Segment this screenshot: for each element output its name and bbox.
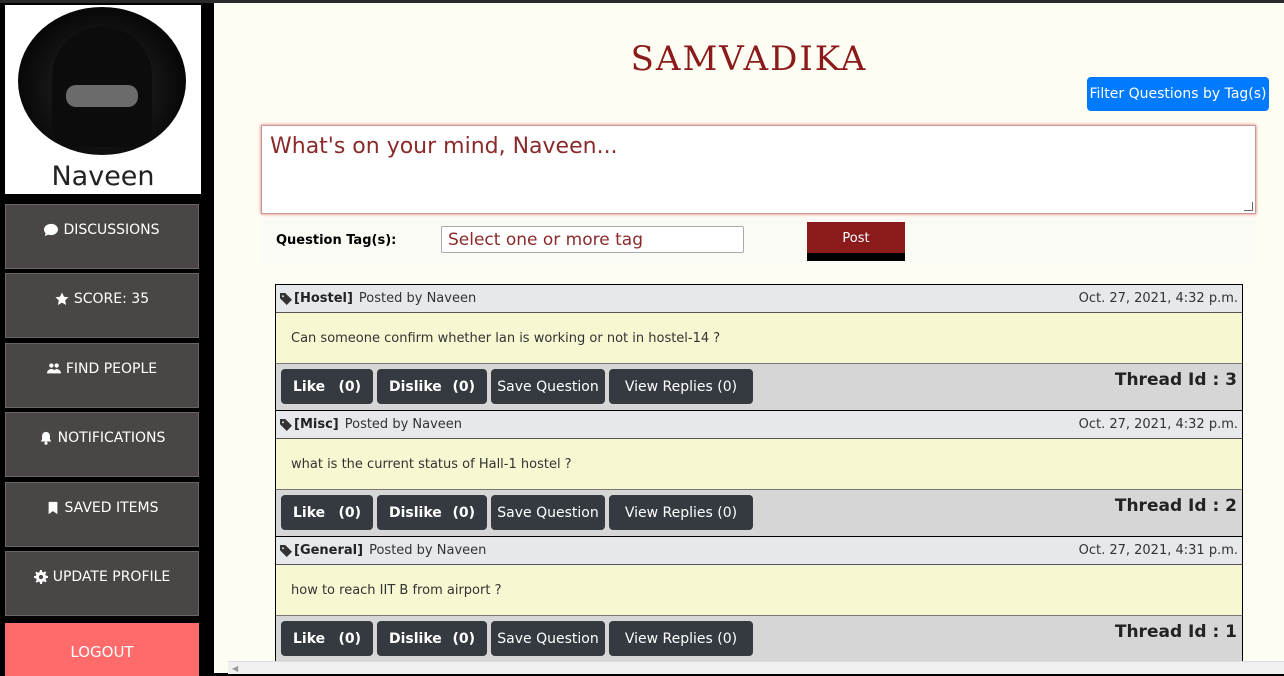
- like-label: Like: [293, 378, 326, 395]
- question-card: [Hostel] Posted by Naveen Oct. 27, 2021,…: [275, 284, 1243, 411]
- sidebar-item-notifications[interactable]: NOTIFICATIONS: [5, 412, 199, 477]
- save-question-button[interactable]: Save Question: [491, 621, 605, 656]
- sidebar-item-label: NOTIFICATIONS: [57, 430, 166, 446]
- save-question-button[interactable]: Save Question: [491, 369, 605, 404]
- question-feed: [Hostel] Posted by Naveen Oct. 27, 2021,…: [275, 284, 1243, 663]
- sidebar-item-label: SCORE: 35: [73, 291, 150, 307]
- question-author: Posted by Naveen: [358, 291, 477, 306]
- save-question-button[interactable]: Save Question: [491, 495, 605, 530]
- question-tag: [Misc]: [294, 417, 339, 432]
- avatar-hands: [66, 85, 138, 107]
- question-date: Oct. 27, 2021, 4:32 p.m.: [1078, 291, 1238, 306]
- profile-card: Naveen: [5, 5, 201, 194]
- question-header: [General] Posted by Naveen Oct. 27, 2021…: [276, 537, 1242, 565]
- question-author: Posted by Naveen: [344, 417, 463, 432]
- resize-handle[interactable]: [1244, 202, 1253, 211]
- star-icon: [55, 292, 69, 305]
- question-actions: Like (0) Dislike (0) Save Question View Re…: [276, 616, 1242, 663]
- bookmark-icon: [48, 501, 57, 515]
- like-count: (0): [338, 504, 361, 521]
- question-header: [Misc] Posted by Naveen Oct. 27, 2021, 4…: [276, 411, 1242, 439]
- sidebar-item-find-people[interactable]: FIND PEOPLE: [5, 343, 199, 408]
- sidebar-item-saved-items[interactable]: SAVED ITEMS: [5, 482, 199, 547]
- question-actions: Like (0) Dislike (0) Save Question View Re…: [276, 364, 1242, 411]
- dislike-button[interactable]: Dislike (0): [377, 369, 487, 404]
- sidebar-item-label: UPDATE PROFILE: [52, 569, 171, 585]
- question-tag: [Hostel]: [294, 291, 353, 306]
- users-icon: [46, 363, 61, 374]
- dislike-label: Dislike: [389, 504, 442, 521]
- thread-id: Thread Id : 3: [1114, 370, 1237, 390]
- thread-id: Thread Id : 2: [1114, 496, 1237, 516]
- logout-button[interactable]: LOGOUT: [5, 623, 199, 676]
- view-replies-button[interactable]: View Replies (0): [609, 621, 753, 656]
- tag-select-input[interactable]: [441, 226, 744, 253]
- sidebar-item-label: SAVED ITEMS: [64, 500, 159, 516]
- thread-id: Thread Id : 1: [1114, 622, 1237, 642]
- profile-username: Naveen: [51, 161, 155, 192]
- filter-tags-button[interactable]: Filter Questions by Tag(s): [1087, 77, 1269, 111]
- dislike-count: (0): [452, 630, 475, 647]
- main-content: SAMVADIKA Filter Questions by Tag(s) Que…: [214, 3, 1284, 673]
- comment-icon: [44, 223, 59, 237]
- question-date: Oct. 27, 2021, 4:31 p.m.: [1078, 543, 1238, 558]
- question-textarea[interactable]: [262, 126, 1255, 213]
- sidebar-item-discussions[interactable]: DISCUSSIONS: [5, 204, 199, 269]
- question-author: Posted by Naveen: [369, 543, 487, 558]
- question-card: [General] Posted by Naveen Oct. 27, 2021…: [275, 536, 1243, 663]
- question-composer: [261, 125, 1256, 214]
- page-title: SAMVADIKA: [630, 39, 868, 79]
- question-date: Oct. 27, 2021, 4:32 p.m.: [1078, 417, 1238, 432]
- question-tag: [General]: [294, 543, 364, 558]
- sidebar: Naveen DISCUSSIONS SCORE: 35 FIND PEOPLE…: [0, 3, 206, 676]
- sidebar-item-label: FIND PEOPLE: [65, 361, 158, 377]
- dislike-button[interactable]: Dislike (0): [377, 621, 487, 656]
- dislike-button[interactable]: Dislike (0): [377, 495, 487, 530]
- dislike-label: Dislike: [389, 630, 442, 647]
- scroll-left-icon[interactable]: ◀: [232, 664, 238, 673]
- question-header: [Hostel] Posted by Naveen Oct. 27, 2021,…: [276, 285, 1242, 313]
- gear-icon: [33, 570, 48, 584]
- dislike-label: Dislike: [389, 378, 442, 395]
- dislike-count: (0): [452, 378, 475, 395]
- sidebar-item-label: DISCUSSIONS: [63, 222, 160, 238]
- dislike-count: (0): [452, 504, 475, 521]
- like-count: (0): [338, 378, 361, 395]
- like-count: (0): [338, 630, 361, 647]
- question-text: how to reach IIT B from airport ?: [276, 565, 1242, 616]
- tag-icon: [280, 292, 292, 305]
- like-label: Like: [293, 504, 326, 521]
- like-button[interactable]: Like (0): [281, 495, 373, 530]
- sidebar-item-update-profile[interactable]: UPDATE PROFILE: [5, 551, 199, 616]
- post-button[interactable]: Post: [807, 222, 905, 261]
- like-button[interactable]: Like (0): [281, 621, 373, 656]
- like-button[interactable]: Like (0): [281, 369, 373, 404]
- bell-icon: [40, 431, 51, 445]
- tag-row: Question Tag(s): Post: [261, 217, 1256, 263]
- sidebar-item-score[interactable]: SCORE: 35: [5, 273, 199, 338]
- tag-icon: [280, 418, 292, 431]
- question-actions: Like (0) Dislike (0) Save Question View Re…: [276, 490, 1242, 537]
- question-card: [Misc] Posted by Naveen Oct. 27, 2021, 4…: [275, 410, 1243, 537]
- view-replies-button[interactable]: View Replies (0): [609, 495, 753, 530]
- question-text: what is the current status of Hall-1 hos…: [276, 439, 1242, 490]
- view-replies-button[interactable]: View Replies (0): [609, 369, 753, 404]
- horizontal-scrollbar[interactable]: ◀: [228, 661, 1284, 674]
- tag-icon: [280, 544, 292, 557]
- question-text: Can someone confirm whether lan is worki…: [276, 313, 1242, 364]
- tag-label: Question Tag(s):: [276, 233, 397, 248]
- like-label: Like: [293, 630, 326, 647]
- avatar[interactable]: [18, 7, 186, 155]
